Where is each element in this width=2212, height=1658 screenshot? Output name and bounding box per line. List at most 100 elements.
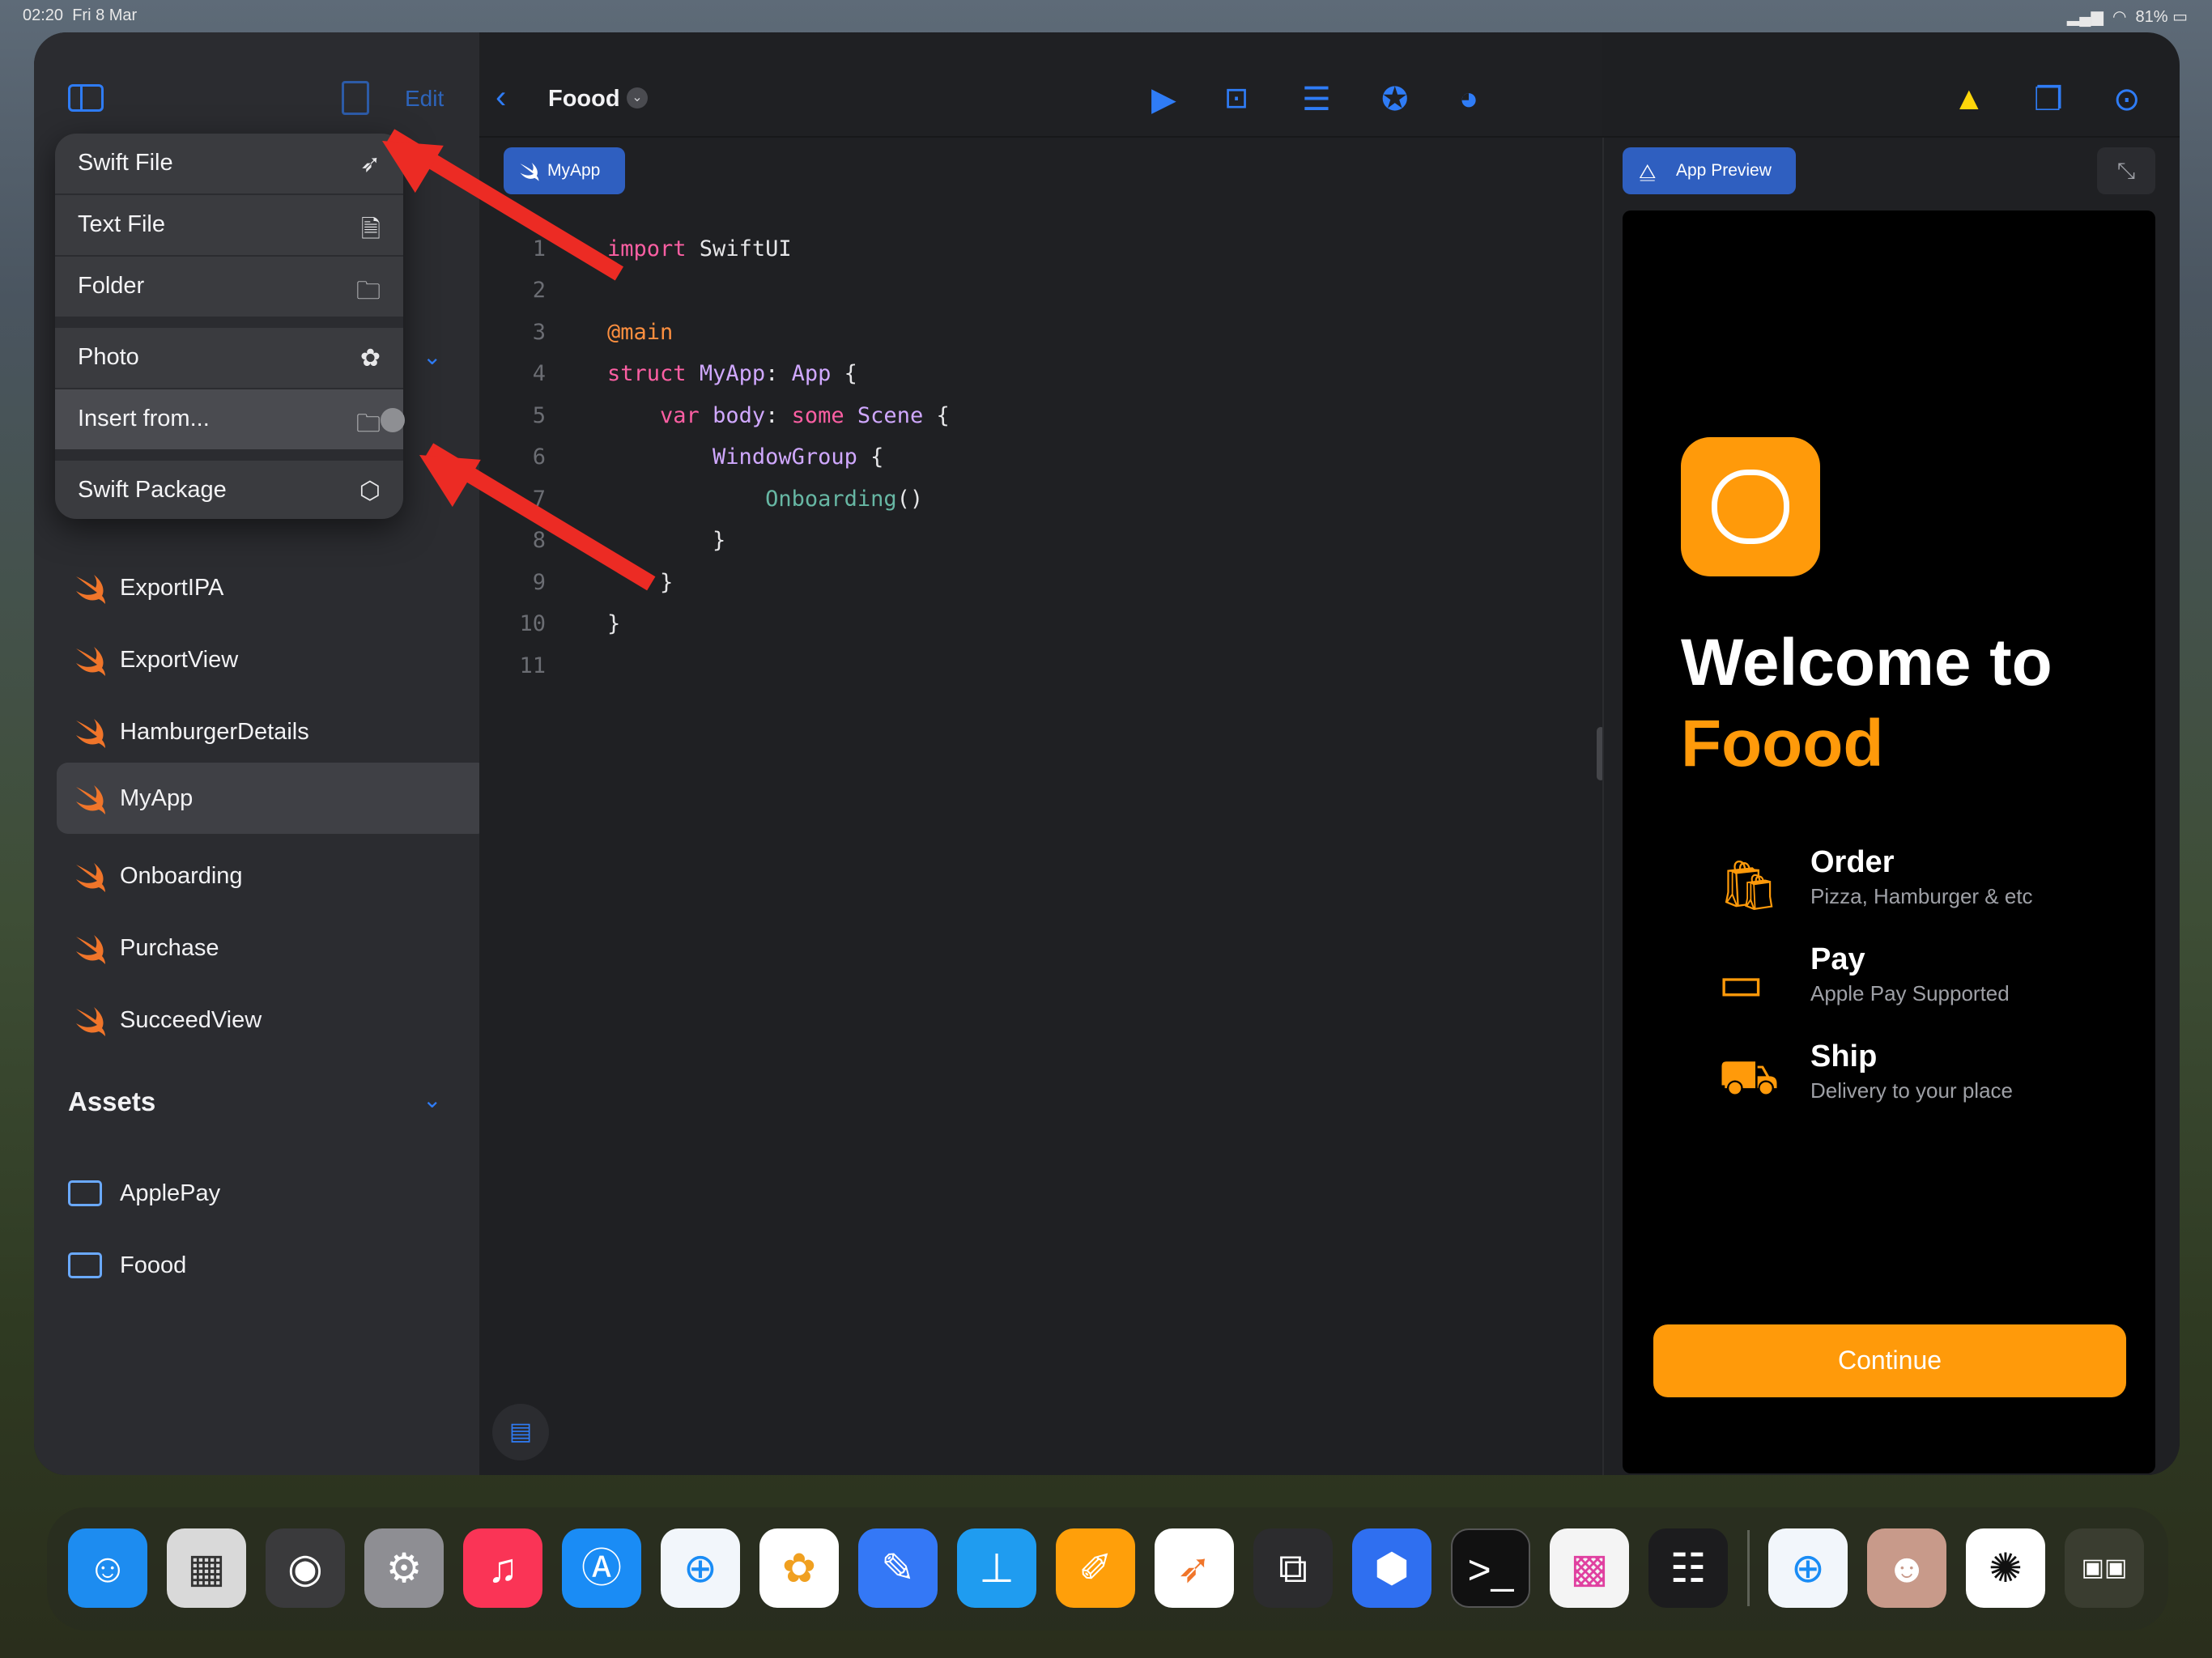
file-label: MyApp	[120, 785, 194, 811]
menu-item-swift-file[interactable]: Swift File ➶	[55, 134, 403, 193]
menu-item-label: Folder	[78, 273, 145, 299]
square-stack-icon[interactable]: ❐	[2034, 81, 2063, 118]
feature-subtitle: Apple Pay Supported	[1810, 981, 2010, 1005]
project-title[interactable]: Foood	[548, 86, 620, 113]
preview-device-screen	[1623, 210, 2155, 1473]
app-store-icon: ⧋	[1639, 161, 1657, 183]
menu-item-label: Text File	[78, 211, 165, 237]
line-number: 9	[532, 570, 546, 595]
calculator-icon[interactable]: ▦	[167, 1528, 246, 1608]
sidebar-file-hamburgerdetails[interactable]: HamburgerDetails	[57, 696, 489, 767]
chevron-down-icon[interactable]: ⌄	[627, 87, 648, 108]
swift-icon	[520, 162, 539, 181]
sidebar-file-exportipa[interactable]: ExportIPA	[57, 552, 489, 623]
app-preview-tab[interactable]: ⧋ App Preview	[1623, 147, 1796, 194]
menu-item-swift-package[interactable]: Swift Package ⬡	[55, 461, 403, 519]
sidebar-file-myapp[interactable]: MyApp	[57, 763, 489, 834]
menu-item-photo[interactable]: Photo ✿	[55, 328, 403, 388]
chevron-down-icon[interactable]: ⌄	[423, 1086, 441, 1113]
welcome-title: Welcome to	[1681, 626, 2052, 699]
edit-button[interactable]: Edit	[405, 86, 444, 112]
line-number: 6	[532, 444, 546, 470]
avatar-app-icon[interactable]: ☻	[1867, 1528, 1946, 1608]
menu-item-insert-from[interactable]: Insert from... 🗀	[55, 389, 403, 449]
star-circle-icon[interactable]: ✪	[1381, 81, 1409, 118]
menu-item-text-file[interactable]: Text File 🗎	[55, 195, 403, 255]
photos-icon[interactable]: ✿	[759, 1528, 839, 1608]
safari-icon[interactable]: ⊕	[661, 1528, 740, 1608]
new-file-icon[interactable]	[342, 81, 369, 115]
welcome-app-name: Foood	[1681, 707, 1884, 780]
safari-icon[interactable]: ⊕	[1768, 1528, 1848, 1608]
chatgpt-icon[interactable]: ✺	[1966, 1528, 2045, 1608]
sidebar-file-exportview[interactable]: ExportView	[57, 624, 489, 695]
new-file-menu: Swift File ➶ Text File 🗎 Folder 🗀 Photo …	[55, 134, 403, 519]
terminal-icon[interactable]: >_	[1451, 1528, 1530, 1608]
dock-separator	[1747, 1530, 1750, 1606]
code-line: }	[607, 611, 621, 636]
more-icon[interactable]: ⊙	[2113, 81, 2141, 118]
sidebar-toggle-icon[interactable]	[68, 84, 104, 112]
chevron-down-icon[interactable]: ⌄	[423, 343, 441, 370]
instruments-icon[interactable]: ◉	[266, 1528, 345, 1608]
code-line: WindowGroup {	[713, 444, 884, 470]
swift-icon	[76, 863, 105, 892]
touch-pointer	[381, 408, 405, 432]
palette-icon[interactable]: ◕	[1459, 81, 1478, 117]
swift-playgrounds-icon[interactable]: ➶	[1155, 1528, 1234, 1608]
music-icon[interactable]: ♫	[463, 1528, 542, 1608]
sidebar-file-onboarding[interactable]: Onboarding	[57, 840, 489, 912]
settings-icon[interactable]: ⚙	[364, 1528, 444, 1608]
feature-subtitle: Delivery to your place	[1810, 1078, 2013, 1103]
file-label: SucceedView	[120, 1007, 262, 1033]
feature-title: Order	[1810, 845, 1895, 879]
sliders-icon[interactable]: ☰	[1302, 81, 1331, 118]
line-number: 4	[532, 361, 546, 386]
status-battery: ▂▄▆ ◠ 81% ▭	[2066, 8, 2188, 26]
line-number: 8	[532, 528, 546, 553]
box-app-icon[interactable]: ⬢	[1352, 1528, 1431, 1608]
banknote-icon: ▭	[1718, 956, 1764, 1010]
feature-title: Ship	[1810, 1039, 1878, 1073]
warning-icon[interactable]: ▲	[1953, 81, 1985, 117]
continue-label: Continue	[1837, 1346, 1942, 1375]
color-app-icon[interactable]: ▩	[1550, 1528, 1629, 1608]
sidebar-asset-foood[interactable]: Foood	[57, 1230, 489, 1301]
folder-icon: 🗀	[356, 410, 381, 437]
menu-item-label: Insert from...	[78, 406, 210, 432]
folder-badge-plus-icon: 🗀	[356, 278, 381, 304]
assets-section-header[interactable]: Assets	[68, 1086, 155, 1117]
menu-item-folder[interactable]: Folder 🗀	[55, 257, 403, 317]
pencil-app-icon[interactable]: ✎	[858, 1528, 938, 1608]
finder-icon[interactable]: ☺	[68, 1528, 147, 1608]
menu-item-label: Photo	[78, 344, 139, 370]
continue-button[interactable]: Continue	[1653, 1324, 2126, 1397]
app-store-icon[interactable]: Ⓐ	[562, 1528, 641, 1608]
line-number: 2	[532, 278, 546, 303]
back-chevron-icon[interactable]: ‹	[496, 79, 506, 116]
app-preview-label: App Preview	[1676, 161, 1772, 180]
sidebar-asset-applepay[interactable]: ApplePay	[57, 1158, 489, 1229]
menu-group-gap	[55, 317, 403, 328]
file-label: HamburgerDetails	[120, 719, 309, 745]
code-line: }	[607, 528, 726, 553]
menu-item-label: Swift File	[78, 150, 173, 176]
swift-icon	[76, 1007, 105, 1036]
sidebar-file-purchase[interactable]: Purchase	[57, 912, 489, 984]
app-folder-icon[interactable]: ▣▣	[2065, 1528, 2144, 1608]
sidebar-file-succeedview[interactable]: SucceedView	[57, 984, 489, 1056]
tab-label: MyApp	[547, 161, 601, 180]
screen-app-icon[interactable]: ☷	[1648, 1528, 1728, 1608]
console-toggle-button[interactable]: ▤	[492, 1404, 549, 1460]
stage-manager-icon[interactable]: ⧉	[1253, 1528, 1333, 1608]
code-line: struct MyApp: App {	[607, 361, 857, 386]
pages-icon[interactable]: ✐	[1056, 1528, 1135, 1608]
editor-tab-myapp[interactable]: MyApp	[504, 147, 625, 194]
keynote-icon[interactable]: ⊥	[957, 1528, 1036, 1608]
stop-icon[interactable]: ⊡	[1224, 81, 1249, 115]
play-icon[interactable]: ▶	[1151, 81, 1176, 118]
feature-title: Pay	[1810, 942, 1865, 976]
expand-icon[interactable]: ⤡	[2097, 147, 2155, 194]
truck-icon: ⛟	[1718, 1050, 1780, 1104]
asset-label: Foood	[120, 1252, 187, 1278]
